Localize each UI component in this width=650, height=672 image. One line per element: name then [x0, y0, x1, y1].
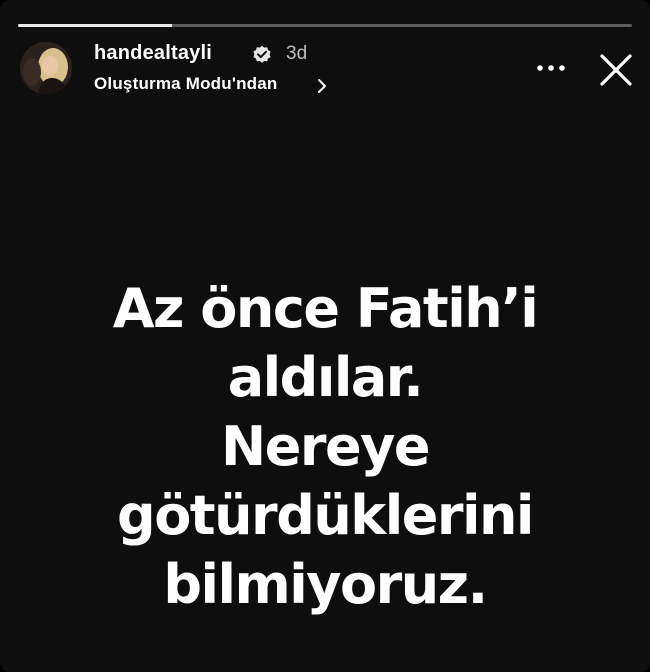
- verified-badge-icon: [253, 45, 271, 63]
- avatar[interactable]: [20, 42, 72, 94]
- avatar-image: [20, 42, 72, 94]
- message-line-1: Az önce Fatih’i: [112, 277, 539, 340]
- story-progress-bar: [18, 24, 632, 27]
- story-header: handealtayli 3d Oluşturma Modu'ndan: [20, 40, 632, 100]
- post-time: 3d: [286, 43, 308, 64]
- story-message: Az önce Fatih’i aldılar. Nereye götürdük…: [60, 274, 590, 619]
- creation-mode-link[interactable]: Oluşturma Modu'ndan: [94, 74, 278, 94]
- message-line-3: Nereye: [221, 415, 430, 478]
- chevron-right-icon[interactable]: [316, 78, 328, 94]
- message-line-4: götürdüklerini: [117, 484, 534, 547]
- story-viewer: handealtayli 3d Oluşturma Modu'ndan Az ö…: [0, 0, 650, 672]
- close-icon[interactable]: [598, 52, 634, 88]
- message-line-2: aldılar.: [227, 346, 424, 409]
- story-progress-fill: [18, 24, 172, 27]
- username[interactable]: handealtayli: [94, 42, 212, 65]
- more-options-icon[interactable]: [534, 58, 568, 78]
- message-line-5: bilmiyoruz.: [163, 553, 488, 616]
